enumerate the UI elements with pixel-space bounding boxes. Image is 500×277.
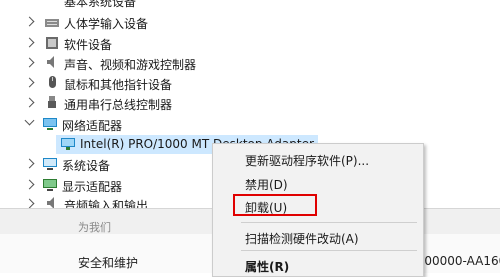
speaker-icon [47, 56, 54, 68]
tree-item-hid[interactable]: 人体学输入设备 [0, 12, 500, 32]
mouse-icon [49, 76, 56, 88]
tree-item-label: 显示适配器 [62, 180, 123, 194]
chevron-right-icon[interactable] [24, 37, 35, 48]
chevron-right-icon[interactable] [24, 198, 35, 209]
menu-separator [241, 222, 417, 223]
menu-item-label: 卸载(U) [245, 201, 288, 215]
tree-item-label: 人体学输入设备 [64, 17, 149, 31]
display-adapter-icon [43, 179, 57, 191]
tree-item-label: 通用串行总线控制器 [64, 98, 173, 112]
chevron-down-icon[interactable] [24, 115, 35, 126]
menu-separator [241, 250, 417, 251]
menu-item-label: 扫描检测硬件改动(A) [245, 232, 359, 246]
tree-item-label: 软件设备 [64, 38, 113, 52]
menu-item-label: 属性(R) [245, 260, 290, 274]
security-link[interactable]: 安全和维护 [78, 254, 138, 271]
menu-item-label: 禁用(D) [245, 178, 288, 192]
tree-item-label: 网络适配器 [62, 119, 123, 133]
system-device-icon [43, 158, 57, 170]
menu-item-label: 更新驱动程序软件(P)... [245, 154, 370, 168]
partial-device-id: -00000-AA160 [420, 254, 500, 268]
network-card-icon [61, 138, 75, 150]
tree-item-label: 声音、视频和游戏控制器 [64, 58, 197, 72]
context-menu: 更新驱动程序软件(P)... 禁用(D) 卸载(U) 扫描检测硬件改动(A) 属… [212, 143, 424, 277]
chevron-right-icon[interactable] [24, 16, 35, 27]
tree-item-mouse[interactable]: 鼠标和其他指针设备 [0, 73, 500, 93]
chevron-right-icon[interactable] [24, 97, 35, 108]
hid-icon [45, 19, 59, 27]
tree-item-usb[interactable]: 通用串行总线控制器 [0, 93, 500, 113]
tree-item-partial[interactable]: 基本系统设备 [0, 0, 500, 10]
network-adapter-icon [43, 118, 57, 130]
software-device-icon [46, 37, 58, 49]
tree-item-software[interactable]: 软件设备 [0, 33, 500, 53]
menu-item-uninstall[interactable]: 卸载(U) [213, 195, 423, 217]
menu-item-update-driver[interactable]: 更新驱动程序软件(P)... [213, 148, 423, 170]
partial-heading: 为我们 [78, 221, 111, 234]
usb-icon [48, 96, 56, 108]
tree-item-label: 基本系统设备 [64, 0, 137, 9]
chevron-right-icon[interactable] [24, 179, 35, 190]
chevron-right-icon[interactable] [24, 57, 35, 68]
tree-item-label: 系统设备 [62, 159, 111, 173]
menu-item-scan-hardware[interactable]: 扫描检测硬件改动(A) [213, 226, 423, 248]
menu-item-disable[interactable]: 禁用(D) [213, 172, 423, 194]
chevron-right-icon[interactable] [24, 158, 35, 169]
tree-item-sound[interactable]: 声音、视频和游戏控制器 [0, 53, 500, 73]
chevron-right-icon[interactable] [24, 77, 35, 88]
tree-item-label: 鼠标和其他指针设备 [64, 78, 173, 92]
tree-item-network-adapters[interactable]: 网络适配器 [0, 114, 500, 134]
